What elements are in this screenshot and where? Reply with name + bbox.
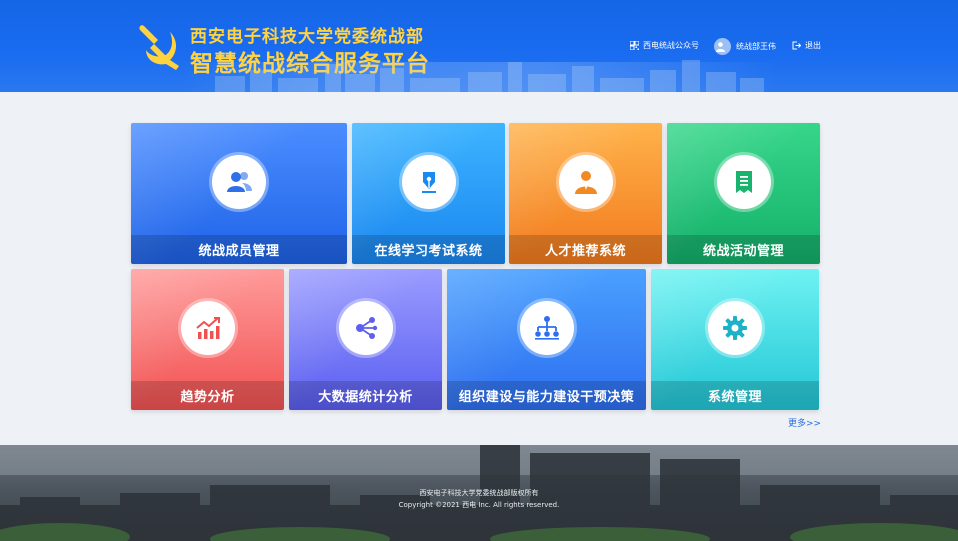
person-icon [574, 171, 597, 194]
tile-icon-circle [180, 301, 235, 355]
platform-title: 智慧统战综合服务平台 [190, 51, 430, 77]
tile-label: 大数据统计分析 [289, 381, 442, 410]
tile-big-data-analysis[interactable]: 大数据统计分析 [289, 269, 442, 410]
share-nodes-icon [355, 317, 377, 339]
copyright-line-1: 西安电子科技大学党委统战部版权所有 [419, 489, 539, 497]
tile-label: 统战活动管理 [667, 235, 820, 264]
more-link[interactable]: 更多>> [788, 416, 821, 429]
tile-icon-circle [708, 301, 762, 355]
tile-icon-circle [212, 155, 266, 209]
tile-label: 趋势分析 [131, 381, 284, 410]
logout-icon [792, 41, 801, 50]
avatar [714, 38, 731, 55]
logout-button[interactable]: 退出 [792, 40, 821, 51]
pen-nib-icon [421, 172, 436, 193]
header-bar: 西安电子科技大学党委统战部 智慧统战综合服务平台 西电统战公众号 统战部王伟 退… [0, 0, 958, 92]
tile-icon-circle [519, 301, 574, 355]
gear-icon [723, 316, 747, 340]
tile-icon-circle [558, 155, 613, 209]
tile-label: 统战成员管理 [131, 235, 347, 264]
party-emblem-icon [139, 25, 179, 70]
qr-code-icon [630, 41, 639, 50]
users-icon [227, 172, 252, 192]
tile-label: 系统管理 [651, 381, 819, 410]
user-profile-link[interactable]: 统战部王伟 [714, 38, 776, 55]
user-silhouette-icon [716, 42, 725, 52]
tile-system-management[interactable]: 系统管理 [651, 269, 819, 410]
logout-label: 退出 [805, 41, 821, 50]
copyright-line-2: Copyright ©2021 西电 Inc. All rights reser… [398, 501, 560, 509]
tile-activity-management[interactable]: 统战活动管理 [667, 123, 820, 264]
user-name-label: 统战部王伟 [736, 42, 776, 51]
wechat-account-label: 西电统战公众号 [643, 41, 699, 50]
tile-icon-circle [716, 155, 771, 209]
wechat-account-link[interactable]: 西电统战公众号 [630, 40, 699, 51]
document-icon [735, 171, 752, 193]
tile-online-exam[interactable]: 在线学习考试系统 [352, 123, 505, 264]
tile-trend-analysis[interactable]: 趋势分析 [131, 269, 284, 410]
org-chart-icon [534, 316, 559, 340]
tile-label: 在线学习考试系统 [352, 235, 505, 264]
tile-icon-circle [401, 155, 456, 209]
tile-org-building-decision[interactable]: 组织建设与能力建设干预决策 [447, 269, 646, 410]
trend-chart-icon [195, 317, 220, 339]
tile-talent-recommendation[interactable]: 人才推荐系统 [509, 123, 662, 264]
tile-label: 人才推荐系统 [509, 235, 662, 264]
tile-icon-circle [338, 301, 393, 355]
footer: 西安电子科技大学党委统战部版权所有 Copyright ©2021 西电 Inc… [0, 445, 958, 541]
tile-member-management[interactable]: 统战成员管理 [131, 123, 347, 264]
tile-label: 组织建设与能力建设干预决策 [447, 381, 646, 410]
